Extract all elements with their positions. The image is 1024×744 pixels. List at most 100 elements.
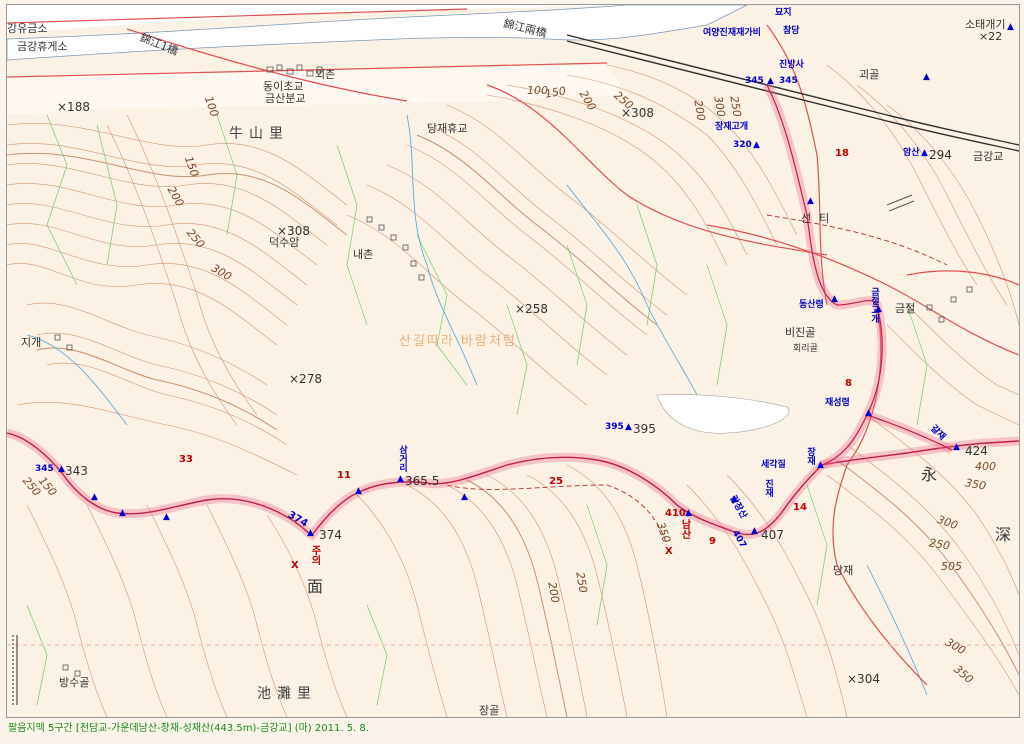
elev-374: 374 (319, 528, 342, 542)
x-mark-west: X (291, 560, 299, 571)
x-mark-east: X (665, 546, 673, 557)
summit-triangle-icon: ▲ (875, 304, 882, 314)
summit-triangle-icon: ▲ (91, 492, 98, 502)
summit-triangle-icon: ▲ (921, 148, 928, 158)
summit-triangle-icon: ▲ (461, 492, 468, 502)
distance-marker: 11 (337, 470, 351, 481)
label-myo: 묘지 (775, 8, 792, 18)
summit-triangle-icon: ▲ (751, 526, 758, 536)
summit-triangle-icon: ▲ (953, 442, 960, 452)
label-x22: ×22 (979, 30, 1003, 43)
elev-343: 343 (65, 464, 88, 478)
distance-marker: 18 (835, 148, 849, 159)
elev-424: 424 (965, 444, 988, 458)
label-naeum: 외촌 (315, 68, 336, 81)
summit-345-label: 345 (35, 464, 54, 474)
distance-marker: 25 (549, 476, 563, 487)
summit-triangle-icon: ▲ (731, 494, 738, 504)
elev-294: 294 (929, 148, 952, 162)
summit-345b-label: 345 (745, 76, 764, 86)
label-rest-area: 금강휴게소 (17, 40, 68, 53)
region-myeon: 面 (307, 577, 324, 596)
summit-345c-label: 345 (779, 76, 798, 86)
distance-marker: 14 (793, 502, 807, 513)
elev-395: 395 (633, 422, 656, 436)
contour-label: 200 (545, 581, 562, 604)
elev-308-west: ×308 (277, 224, 310, 238)
label-school2: 금산분교 (265, 92, 306, 105)
summit-395-label: 395 (605, 422, 624, 432)
contour-label: 505 (941, 560, 962, 573)
contour-label: 400 (975, 460, 996, 473)
label-namsan: 남산 (679, 519, 690, 539)
label-jangol: 장골 (479, 704, 500, 717)
map-caption: 팔음지맥 5구간 [천담교-가운데남산-장재-성재산(443.5m)-금강교] … (8, 723, 369, 734)
label-seonti: 선티 (801, 212, 838, 225)
elev-188: ×188 (57, 100, 90, 114)
summit-triangle-icon: ▲ (163, 512, 170, 522)
label-sotaegae: 소태개기 (965, 18, 1006, 31)
label-jamsan: 암산 (903, 148, 920, 158)
summit-triangle-icon: ▲ (753, 140, 760, 150)
contour-label: 250 (928, 536, 951, 553)
label-chamdang: 참당 (783, 26, 800, 36)
label-jangjae-sign: 장재 (805, 447, 815, 465)
label-jigae: 지개 (21, 336, 42, 349)
summit-triangle-icon: ▲ (307, 528, 314, 538)
label-school: 동이초교 (263, 80, 304, 93)
label-goekol: 괴골 (859, 68, 880, 81)
map-terrain (7, 5, 1019, 717)
label-dangjae: 당재 (833, 564, 854, 577)
elev-258: ×258 (515, 302, 548, 316)
summit-triangle-icon: ▲ (625, 422, 632, 432)
label-hoeri: 회리골 (793, 344, 818, 354)
distance-marker: 9 (709, 536, 716, 547)
region-yeong: 永 (921, 465, 938, 484)
distance-marker: 33 (179, 454, 193, 465)
label-jusang: 주의 (309, 545, 320, 565)
topographic-map: 금강휴게소 강유금소 외촌 동이초교 금산분교 당재휴교 지개 덕수암 내촌 비… (0, 0, 1024, 744)
label-jaeseong: 재성령 (825, 398, 850, 408)
contour-label: 250 (573, 571, 590, 594)
summit-triangle-icon: ▲ (397, 474, 404, 484)
region-jiti-ri: 池灘里 (257, 686, 317, 702)
summit-triangle-icon: ▲ (817, 460, 824, 470)
label-dongsanryeong: 동산령 (799, 300, 824, 310)
elev-407: 407 (761, 528, 784, 542)
label-samgeori: 삼거리 (397, 445, 407, 472)
label-yeongjinyeo: 여양진재재가비 (703, 28, 761, 38)
label-jangjaegogae: 장재고개 (715, 122, 749, 132)
watermark: 산길따라 바람처럼 (399, 334, 517, 349)
summit-triangle-icon: ▲ (767, 76, 774, 86)
elev-278: ×278 (289, 372, 322, 386)
region-sim: 深 (995, 525, 1012, 544)
label-bijingol: 비진골 (785, 326, 816, 339)
distance-marker: 8 (845, 378, 852, 389)
label-gas-station: 강유금소 (7, 22, 48, 35)
summit-triangle-icon: ▲ (1007, 22, 1014, 32)
summit-triangle-icon: ▲ (865, 408, 872, 418)
summit-320-label: 320 (733, 140, 752, 150)
elev-304: ×304 (847, 672, 880, 686)
summit-410-label: 410 (665, 508, 686, 519)
label-segakgok: 세각질 (761, 460, 786, 470)
contour-label: 350 (964, 476, 987, 493)
label-bangsugol: 방수골 (59, 676, 90, 689)
contour-label: 300 (711, 95, 728, 118)
label-jinjae: 진재 (763, 479, 773, 497)
summit-triangle-icon: ▲ (58, 464, 65, 474)
label-dangjae-bridge: 당재휴교 (427, 122, 468, 135)
summit-triangle-icon: ▲ (355, 486, 362, 496)
summit-triangle-icon: ▲ (685, 508, 692, 518)
summit-triangle-icon: ▲ (831, 294, 838, 304)
map-frame: 금강휴게소 강유금소 외촌 동이초교 금산분교 당재휴교 지개 덕수암 내촌 비… (6, 4, 1020, 718)
label-naechon: 내촌 (353, 248, 374, 261)
summit-triangle-icon: ▲ (923, 72, 930, 82)
label-jinbangsa: 진방사 (779, 60, 804, 70)
summit-triangle-icon: ▲ (119, 508, 126, 518)
label-geumjeol: 금절 (895, 302, 916, 315)
region-usan-ri: 牛山里 (229, 126, 289, 142)
label-duksu: 덕수암 (269, 236, 300, 249)
contour-label: 250 (727, 95, 744, 118)
contour-label: 200 (691, 99, 708, 122)
